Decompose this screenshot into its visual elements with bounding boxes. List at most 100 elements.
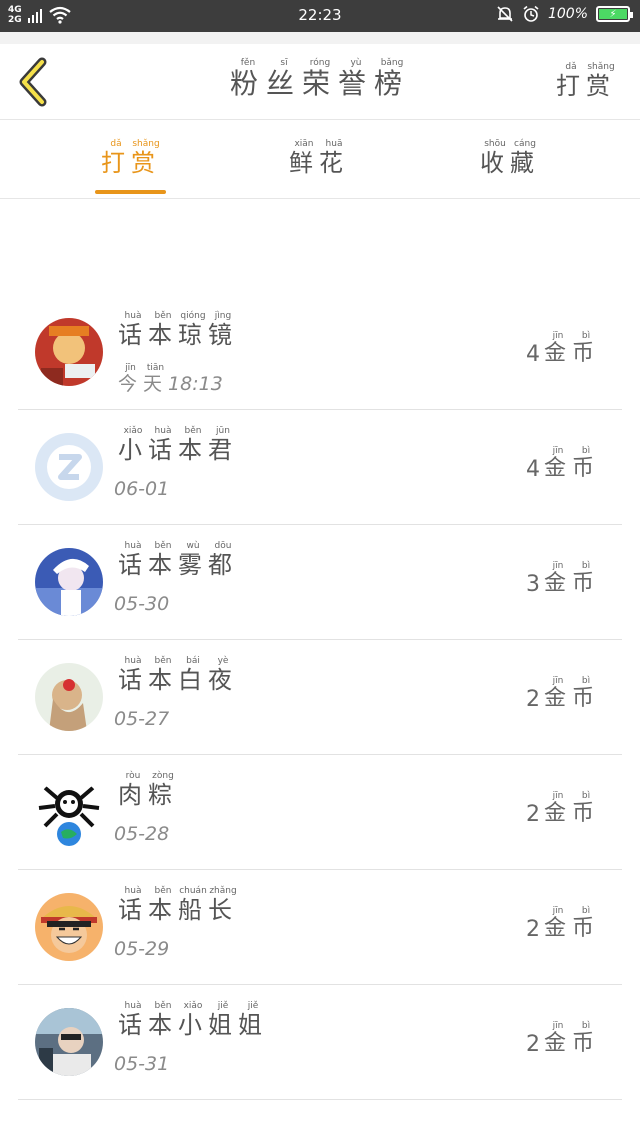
hanzi-char: 都dōu — [208, 541, 238, 579]
fan-row[interactable]: 话huà本běn白bái夜yè 05-27 2 金jīn币bì — [18, 640, 622, 755]
date-value: 05-28 — [114, 823, 170, 845]
avatar[interactable] — [35, 893, 103, 961]
hanzi-char: 金jīn — [543, 906, 572, 941]
coin-amount: 2 金jīn币bì — [526, 676, 600, 712]
meme-avatar-image — [35, 778, 103, 846]
pinyin: jìng — [208, 311, 238, 321]
pinyin: huà — [118, 541, 148, 551]
fan-row[interactable]: 话huà本běn雾wù都dōu 05-30 3 金jīn币bì — [18, 525, 622, 640]
status-right: 100% ⚡ — [496, 5, 633, 23]
date-value: 18:13 — [168, 373, 223, 395]
hanzi-char: 本běn — [148, 656, 178, 694]
hanzi-char: 币bì — [571, 1021, 600, 1056]
hanzi-char: 话huà — [118, 311, 148, 349]
hanzi-char: 长zhǎng — [208, 886, 238, 924]
header-spacer — [0, 32, 640, 44]
coin-amount: 3 金jīn币bì — [526, 561, 600, 597]
date-prefix: 今jīn天tiān — [118, 363, 169, 395]
anime-avatar-image — [35, 548, 103, 616]
pinyin: bì — [571, 331, 600, 341]
coin-unit-label: 金jīn币bì — [544, 331, 600, 367]
avatar[interactable] — [35, 778, 103, 846]
pinyin: běn — [148, 541, 178, 551]
hanzi-char: 话huà — [148, 426, 178, 464]
fan-name: 肉ròu粽zòng — [118, 771, 178, 810]
hanzi-char: 天tiān — [143, 363, 169, 395]
date-value: 05-29 — [114, 938, 170, 960]
pinyin: dǎ — [556, 62, 586, 72]
reward-date: 05-27 — [114, 708, 169, 730]
hanzi-char: 琼qióng — [178, 311, 208, 349]
pinyin: běn — [148, 1001, 178, 1011]
avatar[interactable] — [35, 1008, 103, 1076]
pinyin: huà — [118, 656, 148, 666]
pinyin: huà — [118, 1001, 148, 1011]
fan-name: 小xiǎo话huà本běn君jūn — [118, 426, 238, 465]
pinyin: róng — [301, 58, 338, 68]
hanzi-char: 本běn — [178, 426, 208, 464]
pinyin: běn — [148, 656, 178, 666]
fan-name: 话huà本běn船chuán长zhǎng — [118, 886, 238, 925]
pinyin: běn — [178, 426, 208, 436]
coin-amount: 2 金jīn币bì — [526, 1021, 600, 1057]
fan-row[interactable]: 肉ròu粽zòng 05-28 2 金jīn币bì — [18, 755, 622, 870]
hanzi-char: 粽zòng — [148, 771, 178, 809]
hanzi-char: 币bì — [571, 446, 600, 481]
coin-count: 2 — [525, 917, 540, 942]
pinyin: xiǎo — [118, 426, 148, 436]
hanzi-char: 赏shǎng — [586, 62, 616, 100]
hanzi-char: 币bì — [571, 561, 600, 596]
coin-count: 2 — [525, 687, 540, 712]
fan-name: 话huà本běn白bái夜yè — [118, 656, 238, 695]
fan-row[interactable]: 小xiǎo话huà本běn君jūn 06-01 4 金jīn币bì — [18, 410, 622, 525]
avatar[interactable] — [35, 433, 103, 501]
pinyin: bì — [571, 906, 600, 916]
hanzi-char: 藏cáng — [510, 139, 540, 177]
fan-row[interactable]: 话huà本běn琼qióng镜jìng 今jīn天tiān18:13 4 金jīn币b… — [18, 295, 622, 410]
hanzi-char: 镜jìng — [208, 311, 238, 349]
fan-row[interactable]: 话huà本běn船chuán长zhǎng 05-29 2 金jīn币bì — [18, 870, 622, 985]
coin-unit-label: 金jīn币bì — [544, 1021, 600, 1057]
hanzi-char: 话huà — [118, 541, 148, 579]
hanzi-char: 本běn — [148, 1001, 178, 1039]
pinyin: bì — [571, 1021, 600, 1031]
hanzi-char: 打dǎ — [101, 139, 131, 177]
hanzi-char: 本běn — [148, 886, 178, 924]
fan-name: 话huà本běn雾wù都dōu — [118, 541, 238, 580]
pinyin: huà — [118, 311, 148, 321]
hanzi-char: 小xiǎo — [178, 1001, 208, 1039]
pinyin: jiě — [238, 1001, 268, 1011]
fan-row[interactable]: 话huà本běn小xiǎo姐jiě姐jiě 05-31 2 金jīn币bì — [18, 985, 622, 1100]
avatar[interactable] — [35, 663, 103, 731]
fan-name: 话huà本běn琼qióng镜jìng — [118, 311, 238, 350]
hanzi-char: 金jīn — [543, 791, 572, 826]
hanzi-char: 金jīn — [543, 561, 572, 596]
pinyin: bì — [571, 446, 600, 456]
pinyin: jīn — [543, 446, 572, 456]
hanzi-char: 币bì — [571, 906, 600, 941]
fan-name: 话huà本běn小xiǎo姐jiě姐jiě — [118, 1001, 268, 1040]
fan-ranking-list: 话huà本běn琼qióng镜jìng 今jīn天tiān18:13 4 金jīn币b… — [18, 295, 622, 1100]
hanzi-char: 鲜xiān — [289, 139, 319, 177]
pinyin: jīn — [543, 676, 572, 686]
pinyin: bì — [571, 561, 600, 571]
avatar[interactable] — [35, 318, 103, 386]
tab-reward[interactable]: 打dǎ赏shǎng — [76, 139, 186, 178]
pinyin: qióng — [178, 311, 208, 321]
coin-amount: 2 金jīn币bì — [526, 791, 600, 827]
avatar[interactable] — [35, 548, 103, 616]
battery-icon: ⚡ — [596, 6, 633, 22]
hanzi-char: 话huà — [118, 886, 148, 924]
reward-button[interactable]: 打dǎ赏shǎng — [556, 62, 616, 101]
tab-favorites[interactable]: 收shōu藏cáng — [455, 139, 565, 178]
pinyin: xiān — [289, 139, 319, 149]
hanzi-char: 打dǎ — [556, 62, 586, 100]
pinyin: huà — [148, 426, 178, 436]
coin-unit-label: 金jīn币bì — [544, 906, 600, 942]
pinyin: jūn — [208, 426, 238, 436]
reward-date: 06-01 — [114, 478, 169, 500]
coin-unit-label: 金jīn币bì — [544, 791, 600, 827]
tab-flowers[interactable]: 鲜xiān花huā — [264, 139, 374, 178]
hanzi-char: 君jūn — [208, 426, 238, 464]
pinyin: shǎng — [131, 139, 161, 149]
